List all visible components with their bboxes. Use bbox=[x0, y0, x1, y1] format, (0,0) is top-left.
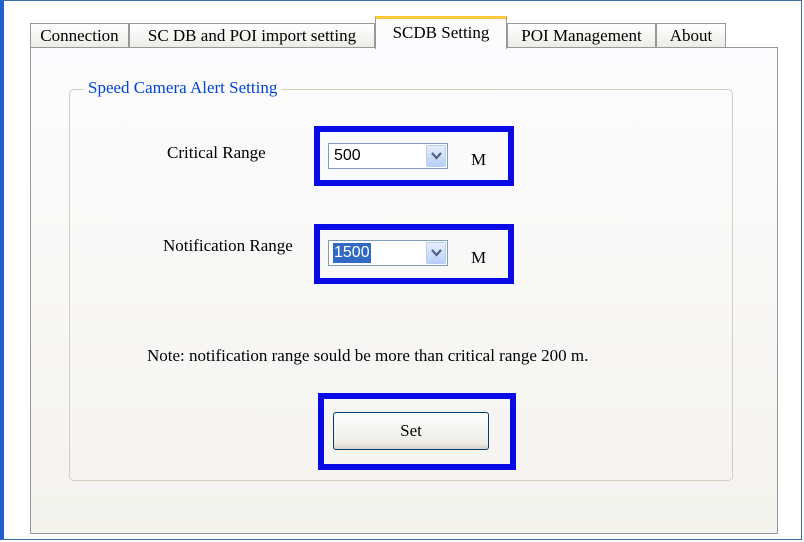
chevron-down-icon[interactable] bbox=[426, 145, 446, 167]
notification-range-value: 1500 bbox=[333, 243, 371, 263]
critical-range-unit: M bbox=[471, 150, 487, 169]
tab-strip: Connection SC DB and POI import setting … bbox=[30, 16, 790, 49]
tab-page-scdb-setting: Speed Camera Alert Setting Critical Rang… bbox=[30, 47, 778, 534]
chevron-down-icon[interactable] bbox=[426, 242, 446, 264]
tab-about[interactable]: About bbox=[656, 23, 726, 48]
tab-connection[interactable]: Connection bbox=[30, 23, 129, 48]
tab-scdb-setting[interactable]: SCDB Setting bbox=[375, 16, 507, 49]
range-note: Note: notification range sould be more t… bbox=[147, 346, 589, 365]
notification-range-select[interactable]: 1500 bbox=[328, 240, 448, 266]
tab-poi-management[interactable]: POI Management bbox=[507, 23, 656, 48]
group-title: Speed Camera Alert Setting bbox=[84, 78, 282, 98]
critical-range-select[interactable]: 500 bbox=[328, 143, 448, 169]
notification-range-unit: M bbox=[471, 248, 487, 267]
tab-sc-db-poi-import[interactable]: SC DB and POI import setting bbox=[129, 23, 375, 48]
set-button[interactable]: Set bbox=[333, 412, 489, 450]
notification-range-label: Notification Range bbox=[163, 236, 293, 255]
critical-range-value: 500 bbox=[334, 147, 361, 164]
critical-range-label: Critical Range bbox=[167, 143, 266, 162]
